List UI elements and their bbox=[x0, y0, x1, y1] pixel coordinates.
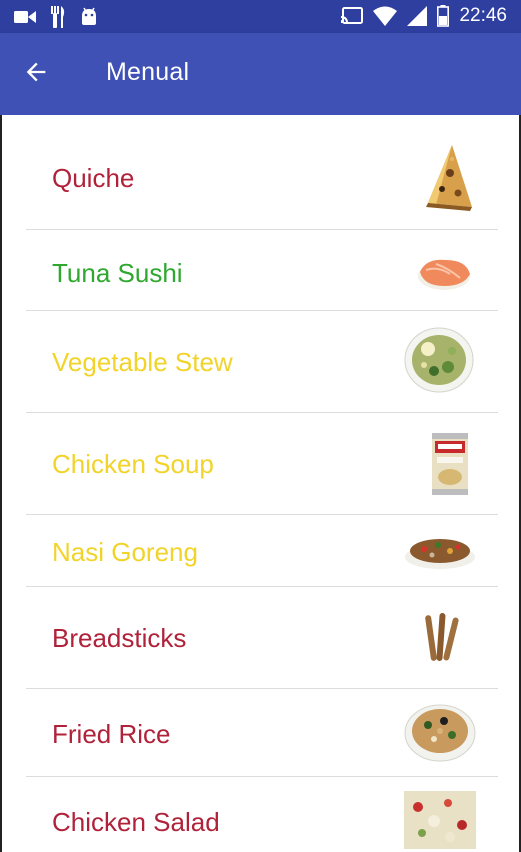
quiche-image bbox=[426, 145, 472, 211]
battery-icon bbox=[437, 5, 450, 27]
menu-item-label: Nasi Goreng bbox=[52, 537, 198, 567]
back-button[interactable] bbox=[22, 58, 58, 90]
vegetable-stew-image bbox=[404, 327, 474, 393]
chicken-salad-image bbox=[404, 791, 476, 849]
wifi-icon bbox=[373, 6, 398, 26]
chicken-soup-image bbox=[432, 433, 468, 495]
android-icon bbox=[82, 7, 96, 25]
menu-item-label: Fried Rice bbox=[52, 719, 171, 749]
menu-item-vegetable-stew[interactable]: Vegetable Stew bbox=[26, 311, 498, 413]
menu-item-chicken-soup[interactable]: Chicken Soup bbox=[26, 413, 498, 515]
menu-item-breadsticks[interactable]: Breadsticks bbox=[26, 587, 498, 689]
app-bar: Menual bbox=[0, 33, 521, 115]
cell-signal-icon bbox=[407, 6, 428, 26]
page-title: Menual bbox=[106, 58, 190, 86]
cast-icon bbox=[341, 7, 364, 24]
menu-item-label: Tuna Sushi bbox=[52, 258, 183, 288]
status-left-icons bbox=[14, 6, 98, 28]
menu-item-label: Chicken Salad bbox=[52, 807, 220, 837]
menu-item-fried-rice[interactable]: Fried Rice bbox=[26, 689, 498, 777]
menu-item-quiche[interactable]: Quiche bbox=[26, 115, 498, 230]
menu-item-chicken-salad[interactable]: Chicken Salad bbox=[26, 777, 498, 852]
menu-item-label: Chicken Soup bbox=[52, 449, 214, 479]
fork-knife-icon bbox=[51, 6, 65, 28]
video-camera-icon bbox=[14, 11, 36, 23]
menu-list: Quiche Tuna Sushi Vegetable Stew Chicken… bbox=[0, 115, 521, 852]
status-bar: 22:46 bbox=[0, 0, 521, 33]
menu-item-tuna-sushi[interactable]: Tuna Sushi bbox=[26, 230, 498, 311]
nasi-goreng-image bbox=[405, 539, 475, 569]
fried-rice-image bbox=[404, 704, 476, 762]
menu-item-nasi-goreng[interactable]: Nasi Goreng bbox=[26, 515, 498, 587]
menu-item-label: Vegetable Stew bbox=[52, 347, 233, 377]
breadsticks-image bbox=[425, 613, 459, 661]
menu-item-label: Breadsticks bbox=[52, 623, 187, 653]
arrow-back-icon bbox=[26, 62, 46, 82]
tuna-sushi-image bbox=[418, 259, 470, 290]
status-time: 22:46 bbox=[459, 5, 507, 26]
status-right-icons: 22:46 bbox=[341, 5, 507, 27]
menu-item-label: Quiche bbox=[52, 163, 135, 193]
